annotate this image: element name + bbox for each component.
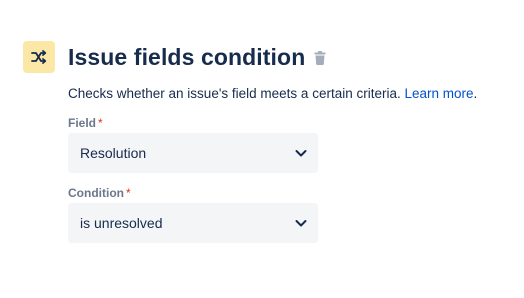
shuffle-icon bbox=[23, 41, 55, 73]
condition-label-text: Condition bbox=[68, 186, 124, 200]
description-text: Checks whether an issue's field meets a … bbox=[68, 86, 401, 101]
required-marker: * bbox=[98, 116, 103, 130]
learn-more-link[interactable]: Learn more bbox=[405, 86, 474, 101]
condition-select[interactable]: is unresolved bbox=[68, 203, 318, 243]
field-label-text: Field bbox=[68, 116, 97, 130]
page-title: Issue fields condition bbox=[68, 44, 306, 70]
trash-icon[interactable] bbox=[313, 50, 327, 66]
condition-header: Issue fields condition bbox=[23, 41, 327, 73]
required-marker: * bbox=[125, 186, 131, 200]
chevron-down-icon bbox=[294, 216, 308, 230]
description-suffix: . bbox=[473, 86, 478, 101]
field-select-value: Resolution bbox=[80, 145, 147, 161]
chevron-down-icon bbox=[294, 146, 308, 160]
field-label: Field * bbox=[68, 116, 103, 130]
field-select[interactable]: Resolution bbox=[68, 133, 318, 173]
condition-label: Condition * bbox=[68, 186, 131, 200]
description: Checks whether an issue's field meets a … bbox=[68, 86, 477, 102]
condition-select-value: is unresolved bbox=[80, 215, 163, 231]
